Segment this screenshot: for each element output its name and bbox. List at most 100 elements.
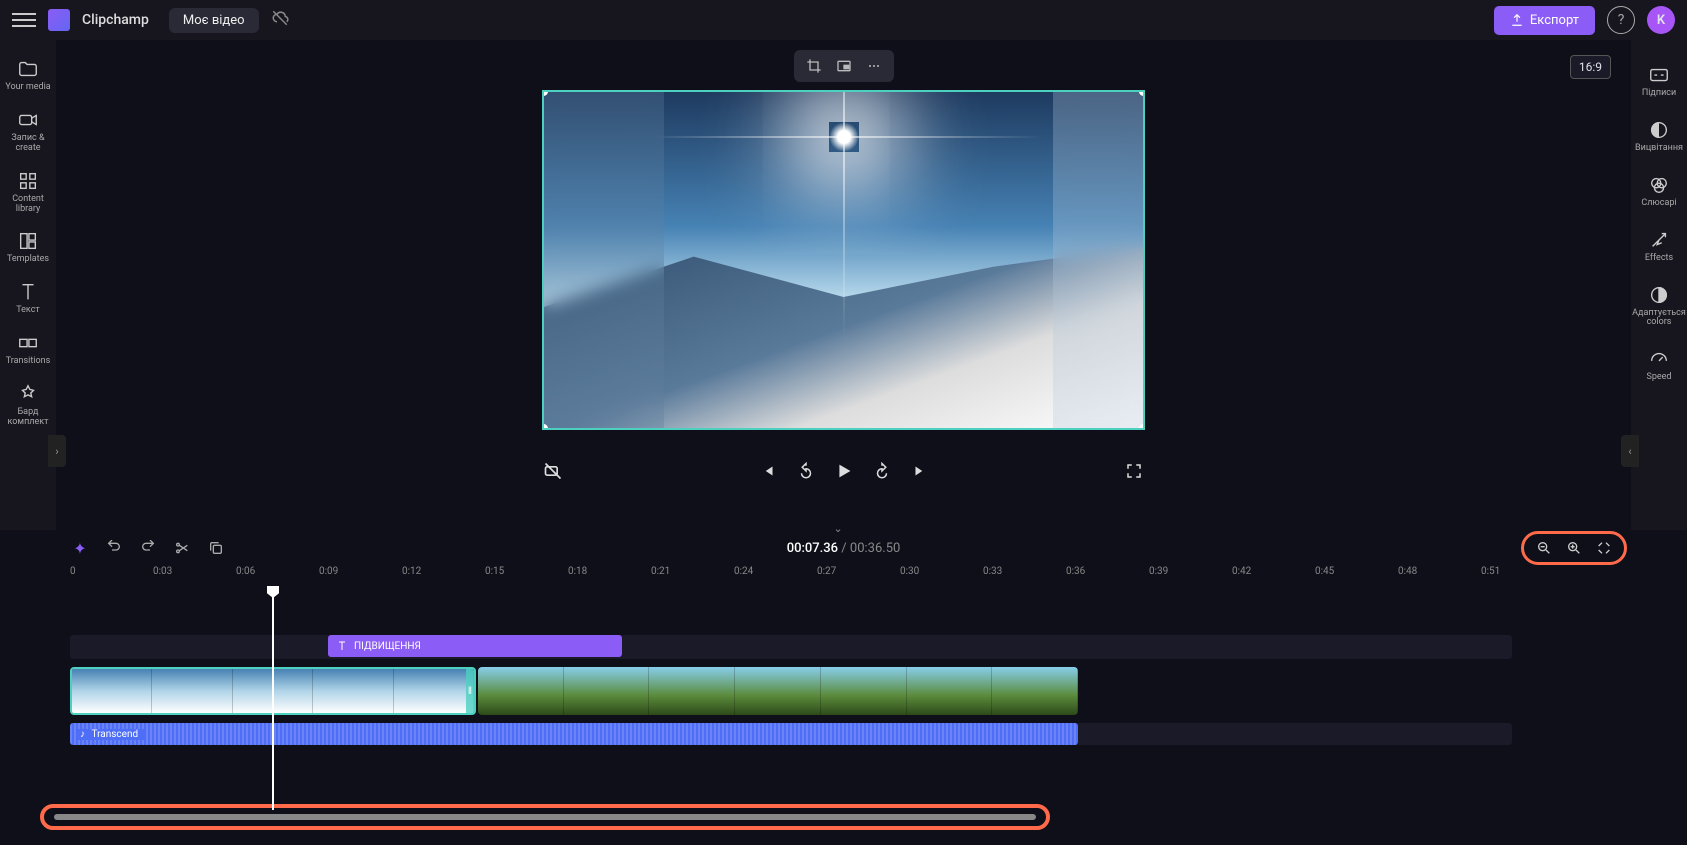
- forward-button[interactable]: [871, 460, 893, 482]
- magic-button[interactable]: ✦: [70, 538, 90, 558]
- playhead[interactable]: [272, 590, 274, 810]
- text-clip[interactable]: ПІДВИЩЕННЯ: [328, 635, 622, 657]
- contrast-icon: [1648, 284, 1670, 306]
- audio-clip[interactable]: ♪ Transcend: [70, 723, 1078, 745]
- zoom-fit-icon: [1596, 540, 1612, 556]
- app-logo: [48, 9, 70, 31]
- user-avatar[interactable]: K: [1647, 6, 1675, 34]
- fullscreen-icon: [1125, 462, 1143, 480]
- right-sidebar: Підписи Вицвітання Слюсарі Effects Адапт…: [1631, 40, 1687, 530]
- export-button[interactable]: Експорт: [1494, 6, 1595, 35]
- resize-handle-bl[interactable]: [542, 424, 548, 430]
- project-title-input[interactable]: Моє відео: [169, 8, 259, 33]
- properties-item-speed[interactable]: Speed: [1631, 338, 1687, 393]
- ruler-tick: 0:33: [983, 566, 1066, 590]
- video-track[interactable]: ‖ ‖: [70, 667, 1512, 715]
- resize-handle-br[interactable]: [1139, 424, 1145, 430]
- video-preview[interactable]: ↻: [542, 90, 1145, 430]
- skip-next-icon: [911, 462, 929, 480]
- current-time: 00:07.36: [787, 541, 838, 556]
- sidebar-item-label: Effects: [1645, 254, 1673, 264]
- skip-next-button[interactable]: [909, 460, 931, 482]
- undo-button[interactable]: [104, 538, 124, 558]
- sidebar-item-text[interactable]: Текст: [0, 273, 56, 324]
- properties-item-effects[interactable]: Effects: [1631, 219, 1687, 274]
- ruler-tick: 0:09: [319, 566, 402, 590]
- sidebar-item-label: Your media: [5, 83, 50, 93]
- brandkit-icon: [17, 383, 39, 405]
- skip-prev-button[interactable]: [757, 460, 779, 482]
- zoom-controls-highlight: [1521, 531, 1627, 565]
- text-icon: [336, 640, 348, 652]
- properties-item-colors[interactable]: Адаптується colors: [1631, 274, 1687, 339]
- properties-item-filters[interactable]: Слюсарі: [1631, 164, 1687, 219]
- timeline-toolbar: ✦ 00:07.36 / 00:36.50: [0, 530, 1687, 566]
- captions-icon: [1648, 64, 1670, 86]
- cloud-sync-off-icon[interactable]: [271, 9, 289, 32]
- rewind-button[interactable]: [795, 460, 817, 482]
- folder-icon: [17, 58, 39, 80]
- brand-name: Clipchamp: [82, 12, 149, 28]
- sidebar-item-record[interactable]: Запис & create: [0, 101, 56, 162]
- sidebar-item-label: Transitions: [6, 357, 51, 367]
- right-rail-expand-button[interactable]: ‹: [1621, 435, 1639, 467]
- playback-controls: [542, 460, 1145, 482]
- sidebar-item-media[interactable]: Your media: [0, 50, 56, 101]
- sidebar-item-label: Content library: [0, 195, 56, 215]
- detach-audio-button[interactable]: [542, 460, 564, 482]
- menu-button[interactable]: [12, 8, 36, 32]
- sidebar-item-transitions[interactable]: Transitions: [0, 324, 56, 375]
- properties-item-fade[interactable]: Вицвітання: [1631, 109, 1687, 164]
- timeline-tracks: ПІДВИЩЕННЯ ‖ ‖ ♪ Transcend: [0, 590, 1687, 745]
- timeline-ruler[interactable]: 00:030:060:090:120:150:180:210:240:270:3…: [0, 566, 1687, 590]
- ruler-tick: 0:03: [153, 566, 236, 590]
- zoom-fit-button[interactable]: [1594, 538, 1614, 558]
- fade-icon: [1648, 119, 1670, 141]
- templates-icon: [17, 230, 39, 252]
- sidebar-item-templates[interactable]: Templates: [0, 222, 56, 273]
- resize-handle-tr[interactable]: [1139, 90, 1145, 96]
- rewind-icon: [797, 462, 815, 480]
- ruler-tick: 0:21: [651, 566, 734, 590]
- video-clip-2[interactable]: [478, 667, 1078, 715]
- duplicate-button[interactable]: [206, 538, 226, 558]
- fullscreen-button[interactable]: [1123, 460, 1145, 482]
- timeline-scrollbar-highlight: [40, 804, 1050, 830]
- zoom-out-button[interactable]: [1534, 538, 1554, 558]
- sidebar-item-brandkit[interactable]: Бард комплект: [0, 375, 56, 436]
- transitions-icon: [17, 332, 39, 354]
- ruler-tick: 0:36: [1066, 566, 1149, 590]
- help-button[interactable]: ?: [1607, 6, 1635, 34]
- zoom-in-button[interactable]: [1564, 538, 1584, 558]
- properties-item-captions[interactable]: Підписи: [1631, 54, 1687, 109]
- text-track[interactable]: ПІДВИЩЕННЯ: [70, 635, 1512, 659]
- effects-icon: [1648, 229, 1670, 251]
- left-sidebar: Your media Запис & create Content librar…: [0, 40, 56, 530]
- total-time: 00:36.50: [850, 541, 900, 556]
- text-icon: [17, 281, 39, 303]
- aspect-ratio-button[interactable]: 16:9: [1570, 55, 1611, 79]
- split-button[interactable]: [172, 538, 192, 558]
- pip-icon: [836, 58, 852, 74]
- audio-track[interactable]: ♪ Transcend: [70, 723, 1512, 745]
- sidebar-item-label: Слюсарі: [1641, 199, 1676, 209]
- sidebar-item-label: Підписи: [1642, 89, 1676, 99]
- more-button[interactable]: [864, 56, 884, 76]
- redo-button[interactable]: [138, 538, 158, 558]
- play-icon: [833, 460, 855, 482]
- crop-icon: [806, 58, 822, 74]
- ruler-tick: 0: [70, 566, 153, 590]
- clip-trim-end[interactable]: ‖: [466, 669, 474, 713]
- filters-icon: [1648, 174, 1670, 196]
- sidebar-item-label: Speed: [1646, 373, 1671, 383]
- pip-button[interactable]: [834, 56, 854, 76]
- play-button[interactable]: [833, 460, 855, 482]
- ruler-tick: 0:42: [1232, 566, 1315, 590]
- timeline-scrollbar[interactable]: [54, 814, 1036, 820]
- ruler-tick: 0:24: [734, 566, 817, 590]
- camera-icon: [17, 109, 39, 131]
- sidebar-item-library[interactable]: Content library: [0, 162, 56, 223]
- sidebar-item-label: Бард комплект: [0, 408, 56, 428]
- crop-button[interactable]: [804, 56, 824, 76]
- sidebar-item-label: Запис & create: [0, 134, 56, 154]
